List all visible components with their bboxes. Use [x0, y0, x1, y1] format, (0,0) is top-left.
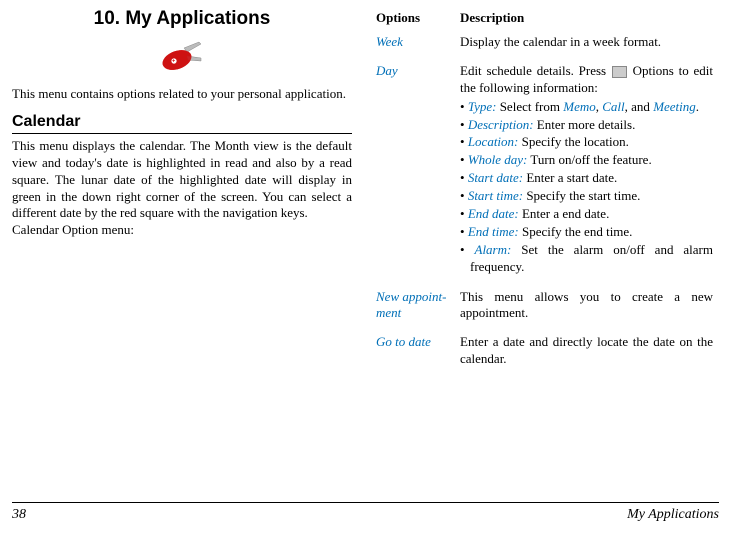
option-newappt: New appoint-ment: [376, 287, 460, 333]
kw-enddate: End date:: [468, 206, 519, 221]
swiss-army-knife-icon: [159, 38, 205, 72]
txt: Enter a end date.: [519, 206, 610, 221]
section-body: This menu displays the calendar. The Mon…: [12, 138, 352, 239]
section-rule: [12, 133, 352, 134]
option-gotodate-desc: Enter a date and directly locate the dat…: [460, 332, 719, 378]
options-table: Options Description Week Display the cal…: [376, 8, 719, 378]
txt: Specify the end time.: [519, 224, 633, 239]
txt: Enter more details.: [534, 117, 636, 132]
txt: Specify the start time.: [523, 188, 640, 203]
kw-wholeday: Whole day:: [468, 152, 528, 167]
day-lead1: Edit schedule details. Press: [460, 63, 611, 78]
page-footer: 38 My Applications: [12, 502, 719, 523]
softkey-icon: [612, 66, 627, 78]
day-bullets: Type: Select from Memo, Call, and Meetin…: [460, 99, 713, 276]
list-item: Start time: Specify the start time.: [460, 188, 713, 205]
list-item: Whole day: Turn on/off the feature.: [460, 152, 713, 169]
col-header-description: Description: [460, 8, 719, 32]
txt: Enter a start date.: [523, 170, 617, 185]
kw-call: Call: [602, 99, 624, 114]
list-item: Type: Select from Memo, Call, and Meetin…: [460, 99, 713, 116]
kw-startdate: Start date:: [468, 170, 523, 185]
list-item: End time: Specify the end time.: [460, 224, 713, 241]
kw-endtime: End time:: [468, 224, 519, 239]
list-item: Start date: Enter a start date.: [460, 170, 713, 187]
option-gotodate: Go to date: [376, 332, 460, 378]
txt: Specify the location.: [518, 134, 628, 149]
kw-memo: Memo: [563, 99, 596, 114]
list-item: Location: Specify the location.: [460, 134, 713, 151]
chapter-intro: This menu contains options related to yo…: [12, 86, 352, 103]
table-row: Week Display the calendar in a week form…: [376, 32, 719, 61]
option-day: Day: [376, 61, 460, 287]
footer-label: My Applications: [627, 507, 719, 523]
option-day-desc: Edit schedule details. Press Options to …: [460, 61, 719, 287]
kw-description: Description:: [468, 117, 534, 132]
table-row: Day Edit schedule details. Press Options…: [376, 61, 719, 287]
txt: Select from: [496, 99, 563, 114]
chapter-title: 10. My Applications: [12, 8, 352, 30]
list-item: End date: Enter a end date.: [460, 206, 713, 223]
table-row: New appoint-ment This menu allows you to…: [376, 287, 719, 333]
txt: , and: [625, 99, 654, 114]
option-newappt-desc: This menu allows you to create a new app…: [460, 287, 719, 333]
section-body-text: This menu displays the calendar. The Mon…: [12, 138, 352, 221]
kw-meeting: Meeting: [653, 99, 696, 114]
list-item: Alarm: Set the alarm on/off and alarm fr…: [460, 242, 713, 276]
table-row: Go to date Enter a date and directly loc…: [376, 332, 719, 378]
col-header-options: Options: [376, 8, 460, 32]
kw-location: Location:: [468, 134, 519, 149]
txt: Turn on/off the feature.: [527, 152, 651, 167]
option-week-desc: Display the calendar in a week format.: [460, 32, 719, 61]
page-number: 38: [12, 507, 26, 523]
kw-type: Type:: [468, 99, 497, 114]
section-trailer: Calendar Option menu:: [12, 222, 134, 237]
kw-starttime: Start time:: [468, 188, 523, 203]
section-heading-calendar: Calendar: [12, 113, 352, 131]
txt: .: [696, 99, 699, 114]
list-item: Description: Enter more details.: [460, 117, 713, 134]
kw-alarm: Alarm:: [475, 242, 512, 257]
option-week: Week: [376, 32, 460, 61]
